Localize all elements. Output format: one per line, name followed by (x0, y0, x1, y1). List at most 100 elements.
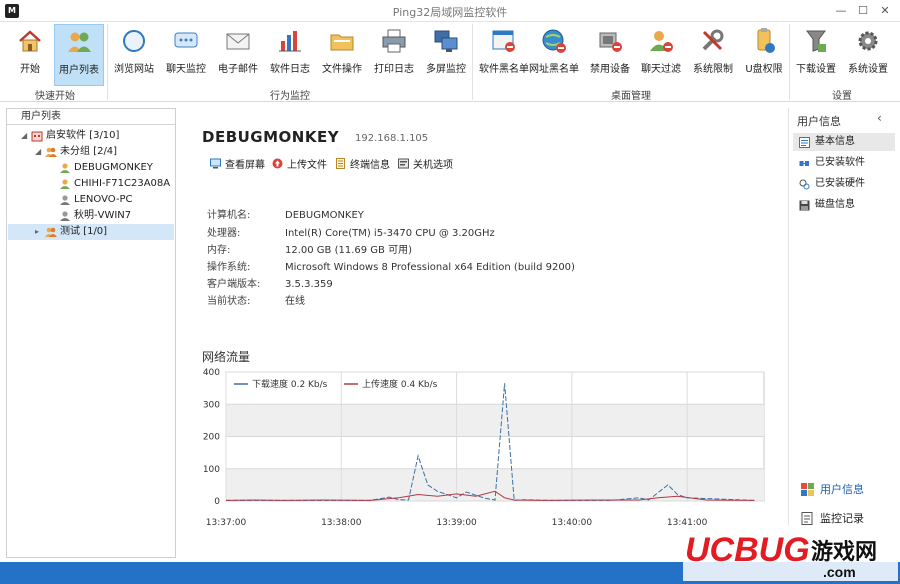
usb-permission-button[interactable]: U盘权限 (739, 24, 789, 86)
tree-node-label: LENOVO-PC (74, 194, 133, 205)
software-blacklist-button[interactable]: 软件黑名单 (479, 24, 529, 86)
info-key: 操作系统: (207, 262, 251, 273)
close-button[interactable]: ✕ (874, 2, 896, 20)
host-ip: 192.168.1.105 (355, 133, 429, 144)
tree-node-computer[interactable]: 秋明-VWIN7 (59, 208, 131, 224)
installed-hardware-item[interactable]: 已安装硬件 (793, 175, 895, 193)
y-tick-label: 400 (203, 368, 220, 378)
folder-icon (330, 34, 354, 51)
y-tick-label: 0 (214, 497, 220, 507)
tree-node-ungrouped[interactable]: ◢ 未分组 [2/4] (35, 144, 117, 160)
system-limit-label: 系统限制 (693, 64, 733, 75)
disk-info-item[interactable]: 磁盘信息 (793, 196, 895, 214)
tree-node-computer[interactable]: CHIHI-F71C23A08A (59, 176, 170, 192)
action-label: 关机选项 (413, 160, 453, 171)
user-block-icon (650, 31, 673, 52)
view-screen-action[interactable]: 查看屏幕 (210, 156, 265, 171)
user-offline-icon (60, 211, 70, 221)
user-list-button[interactable]: 用户列表 (54, 24, 104, 86)
disk-icon (799, 200, 810, 210)
software-log-button[interactable]: 软件日志 (265, 24, 315, 86)
browse-websites-button[interactable]: 浏览网站 (109, 24, 159, 86)
group-label-behavior-monitor: 行为监控 (270, 91, 310, 102)
info-value: Intel(R) Core(TM) i5-3470 CPU @ 3.20GHz (285, 228, 495, 239)
shutdown-options-action[interactable]: 关机选项 (398, 156, 453, 171)
info-row-status: 当前状态: 在线 (207, 292, 305, 307)
group-label-settings: 设置 (832, 91, 852, 102)
monitor-records-bottom-tab[interactable]: 监控记录 (801, 510, 864, 526)
info-row-computer-name: 计算机名: DEBUGMONKEY (207, 206, 364, 221)
chat-filter-label: 聊天过滤 (641, 64, 681, 75)
legend-label: 下载速度 0.2 Kb/s (252, 378, 328, 390)
installed-software-item[interactable]: 已安装软件 (793, 154, 895, 172)
upload-file-action[interactable]: 上传文件 (272, 156, 327, 171)
user-online-icon (60, 163, 70, 173)
bottom-tab-label: 监控记录 (820, 512, 864, 525)
url-blacklist-button[interactable]: 网址黑名单 (529, 24, 579, 86)
chat-monitor-label: 聊天监控 (166, 64, 206, 75)
info-row-os: 操作系统: Microsoft Windows 8 Professional x6… (207, 258, 575, 273)
window-title: Ping32局域网监控软件 (392, 6, 508, 19)
info-row-memory: 内存: 12.00 GB (11.69 GB 可用) (207, 241, 412, 256)
x-tick-label: 13:39:00 (436, 518, 477, 528)
minimize-button[interactable]: — (830, 2, 852, 20)
user-info-bottom-tab[interactable]: 用户信息 (801, 481, 864, 497)
system-limit-button[interactable]: 系统限制 (688, 24, 738, 86)
network-traffic-chart: 0 100 200 300 400 13:37:00 13:38:00 13:39:00 13… (203, 368, 765, 528)
records-icon (801, 511, 813, 525)
bar-chart-icon (279, 31, 301, 52)
usb-icon (757, 28, 775, 53)
action-label: 查看屏幕 (225, 160, 265, 171)
tree-node-test-group[interactable]: ▸ 测试 [1/0] (8, 224, 174, 240)
side-item-label: 基本信息 (815, 136, 855, 147)
expand-arrow-icon[interactable]: ▸ (35, 224, 45, 240)
info-key: 内存: (207, 245, 231, 256)
system-settings-button[interactable]: 系统设置 (843, 24, 893, 86)
host-name: DEBUGMONKEY (202, 128, 340, 146)
info-value: 12.00 GB (11.69 GB 可用) (285, 245, 412, 256)
user-online-icon (60, 179, 70, 189)
action-label: 上传文件 (287, 160, 327, 171)
info-list-icon (799, 136, 810, 148)
terminal-info-action[interactable]: 终端信息 (335, 156, 390, 171)
disable-device-label: 禁用设备 (590, 64, 630, 75)
email-button[interactable]: 电子邮件 (213, 24, 263, 86)
title-bar: M Ping32局域网监控软件 — ☐ ✕ (0, 0, 900, 22)
tree-node-computer[interactable]: DEBUGMONKEY (59, 160, 153, 176)
basic-info-item[interactable]: 基本信息 (793, 133, 895, 151)
chat-monitor-button[interactable]: 聊天监控 (161, 24, 211, 86)
start-button[interactable]: 开始 (5, 24, 55, 86)
file-ops-label: 文件操作 (322, 64, 362, 75)
chat-filter-button[interactable]: 聊天过滤 (636, 24, 686, 86)
y-tick-label: 100 (203, 465, 220, 475)
collapse-arrow-icon[interactable]: ◢ (21, 128, 31, 144)
tree-node-company[interactable]: ◢ 启安软件 [3/10] (21, 128, 119, 144)
hardware-icon (799, 179, 810, 189)
usb-permission-label: U盘权限 (745, 64, 783, 75)
shutdown-icon (398, 158, 409, 169)
multi-screen-button[interactable]: 多屏监控 (421, 24, 471, 86)
collapse-panel-button[interactable]: ‹ (877, 111, 882, 125)
maximize-button[interactable]: ☐ (852, 2, 874, 20)
company-icon (31, 131, 43, 142)
user-info-side-panel: 用户信息 ‹ 基本信息 已安装软件 已安装硬件 磁盘信息 用户信息 监控记录 (788, 108, 900, 560)
plot-band (226, 404, 764, 437)
info-row-client-version: 客户端版本: 3.5.3.359 (207, 275, 333, 290)
file-ops-button[interactable]: 文件操作 (317, 24, 367, 86)
software-icon (799, 160, 809, 166)
download-icon (806, 30, 826, 52)
globe-block-icon (542, 29, 566, 53)
group-label-quick-start: 快速开始 (35, 91, 75, 102)
watermark-url: .com (823, 564, 856, 580)
download-settings-button[interactable]: 下载设置 (791, 24, 841, 86)
watermark-suffix: 游戏网 (811, 539, 877, 565)
tree-node-computer[interactable]: LENOVO-PC (59, 192, 133, 208)
collapse-arrow-icon[interactable]: ◢ (35, 144, 45, 160)
info-key: 处理器: (207, 228, 241, 239)
group-icon (45, 147, 57, 157)
gear-icon (858, 31, 878, 51)
print-log-button[interactable]: 打印日志 (369, 24, 419, 86)
info-value: 3.5.3.359 (285, 279, 333, 290)
disable-device-button[interactable]: 禁用设备 (585, 24, 635, 86)
url-blacklist-label: 网址黑名单 (529, 64, 579, 75)
